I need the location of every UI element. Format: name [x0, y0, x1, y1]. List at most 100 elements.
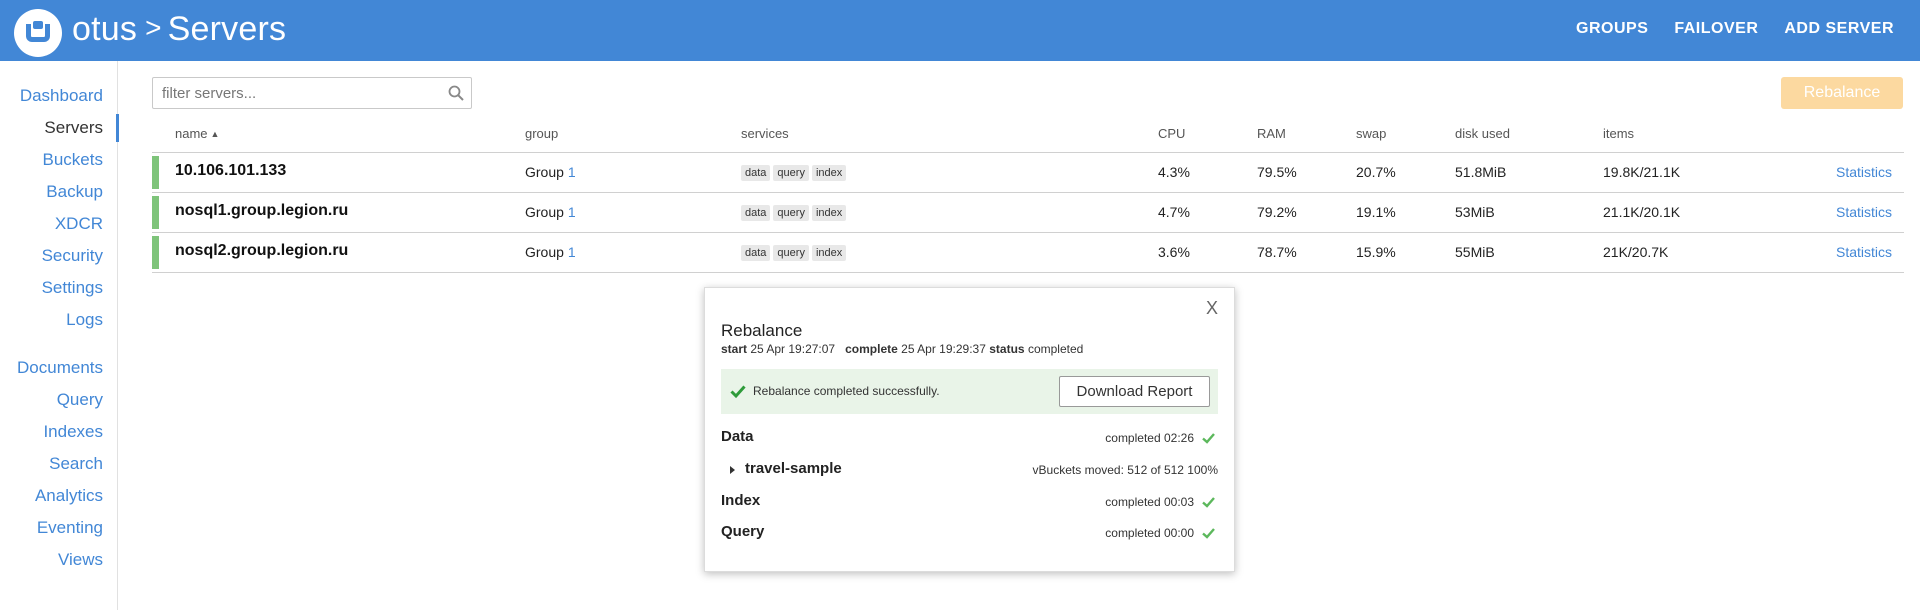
sidebar-active-indicator	[116, 114, 119, 142]
sidebar-item-search[interactable]: Search	[49, 454, 103, 474]
success-alert: Rebalance completed successfully. Downlo…	[721, 369, 1218, 414]
server-items: 19.8K/21.1K	[1603, 164, 1681, 180]
bucket-name: travel-sample	[745, 460, 842, 477]
server-swap: 20.7%	[1356, 164, 1396, 180]
server-services: data query index	[741, 163, 849, 181]
server-ram: 78.7%	[1257, 244, 1297, 260]
sidebar-item-dashboard[interactable]: Dashboard	[20, 86, 103, 106]
sidebar-item-indexes[interactable]: Indexes	[43, 422, 103, 442]
server-status-indicator	[152, 236, 159, 269]
filter-servers-input[interactable]	[153, 78, 433, 108]
sidebar-item-analytics[interactable]: Analytics	[35, 486, 103, 506]
download-report-button[interactable]: Download Report	[1059, 376, 1210, 407]
close-button[interactable]: X	[1206, 298, 1218, 319]
column-header-cpu[interactable]: CPU	[1158, 126, 1185, 141]
column-header-name[interactable]: name ▲	[175, 126, 219, 141]
service-badge: query	[773, 245, 809, 261]
server-status-indicator	[152, 156, 159, 189]
server-name: nosql2.group.legion.ru	[175, 242, 349, 259]
server-name: 10.106.101.133	[175, 162, 287, 179]
sidebar-item-security[interactable]: Security	[42, 246, 103, 266]
sidebar-item-backup[interactable]: Backup	[46, 182, 103, 202]
add-server-link[interactable]: ADD SERVER	[1784, 20, 1894, 38]
sidebar: Dashboard Servers Buckets Backup XDCR Se…	[0, 61, 119, 610]
server-items: 21.1K/20.1K	[1603, 204, 1681, 220]
breadcrumb: otus > Servers	[72, 10, 286, 49]
rebalance-bucket-row[interactable]: travel-sample vBuckets moved: 512 of 512…	[721, 458, 1218, 482]
sidebar-item-servers[interactable]: Servers	[44, 118, 103, 138]
service-badge: query	[773, 165, 809, 181]
service-badge: index	[811, 205, 847, 221]
sidebar-item-views[interactable]: Views	[58, 550, 103, 570]
groups-link[interactable]: GROUPS	[1576, 20, 1648, 38]
sidebar-item-query[interactable]: Query	[57, 390, 103, 410]
server-items: 21K/20.7K	[1603, 244, 1669, 260]
server-cpu: 4.7%	[1158, 204, 1190, 220]
column-header-services[interactable]: services	[741, 126, 789, 141]
sidebar-item-eventing[interactable]: Eventing	[37, 518, 103, 538]
vbuckets-progress: vBuckets moved: 512 of 512 100%	[1032, 463, 1218, 477]
service-badge: index	[811, 245, 847, 261]
server-disk-used: 53MiB	[1455, 204, 1495, 220]
rebalance-report-dialog: X Rebalance start 25 Apr 19:27:07 comple…	[704, 287, 1235, 572]
success-message: Rebalance completed successfully.	[753, 384, 940, 398]
filter-servers-field	[152, 77, 472, 109]
column-header-swap[interactable]: swap	[1356, 126, 1386, 141]
check-icon	[1202, 433, 1215, 444]
server-disk-used: 51.8MiB	[1455, 164, 1507, 180]
statistics-link[interactable]: Statistics	[1836, 244, 1892, 260]
server-ram: 79.5%	[1257, 164, 1297, 180]
column-header-items[interactable]: items	[1603, 126, 1634, 141]
sidebar-item-buckets[interactable]: Buckets	[43, 150, 103, 170]
server-group: Group 1	[525, 244, 576, 260]
sidebar-item-logs[interactable]: Logs	[66, 310, 103, 330]
table-row[interactable]: nosql2.group.legion.ru Group 1 data query…	[152, 233, 1904, 273]
column-header-disk-used[interactable]: disk used	[1455, 126, 1510, 141]
sidebar-item-xdcr[interactable]: XDCR	[55, 214, 103, 234]
top-nav: GROUPS FAILOVER ADD SERVER	[1576, 20, 1894, 38]
sort-ascending-icon: ▲	[210, 129, 220, 139]
server-disk-used: 55MiB	[1455, 244, 1495, 260]
table-row[interactable]: 10.106.101.133 Group 1 data query index 4.…	[152, 153, 1904, 193]
service-badge: data	[741, 245, 771, 261]
server-cpu: 4.3%	[1158, 164, 1190, 180]
servers-table-header: name ▲ group services CPU RAM swap disk u…	[152, 126, 1904, 153]
rebalance-section-data: Data completed 02:26	[721, 426, 1218, 450]
rebalance-button[interactable]: Rebalance	[1781, 77, 1903, 109]
check-icon	[1202, 528, 1215, 539]
server-services: data query index	[741, 203, 849, 221]
server-services: data query index	[741, 243, 849, 261]
server-swap: 15.9%	[1356, 244, 1396, 260]
check-icon	[1202, 497, 1215, 508]
failover-link[interactable]: FAILOVER	[1674, 20, 1758, 38]
statistics-link[interactable]: Statistics	[1836, 204, 1892, 220]
breadcrumb-separator: >	[145, 12, 162, 43]
service-badge: data	[741, 165, 771, 181]
rebalance-section-index: Index completed 00:03	[721, 490, 1218, 514]
server-name: nosql1.group.legion.ru	[175, 202, 349, 219]
couchbase-logo-icon[interactable]	[14, 9, 62, 57]
sidebar-item-documents[interactable]: Documents	[17, 358, 103, 378]
server-group: Group 1	[525, 164, 576, 180]
cluster-name[interactable]: otus	[72, 10, 137, 48]
top-header: otus > Servers GROUPS FAILOVER ADD SERVER	[0, 0, 1920, 61]
dialog-title: Rebalance	[721, 321, 803, 340]
success-check-icon	[730, 385, 746, 399]
service-badge: index	[811, 165, 847, 181]
column-header-group[interactable]: group	[525, 126, 558, 141]
column-header-ram[interactable]: RAM	[1257, 126, 1286, 141]
service-badge: query	[773, 205, 809, 221]
page-title: Servers	[167, 10, 287, 48]
server-ram: 79.2%	[1257, 204, 1297, 220]
sidebar-item-settings[interactable]: Settings	[42, 278, 103, 298]
rebalance-section-query: Query completed 00:00	[721, 521, 1218, 545]
server-swap: 19.1%	[1356, 204, 1396, 220]
caret-right-icon[interactable]	[730, 466, 735, 474]
server-cpu: 3.6%	[1158, 244, 1190, 260]
service-badge: data	[741, 205, 771, 221]
statistics-link[interactable]: Statistics	[1836, 164, 1892, 180]
table-row[interactable]: nosql1.group.legion.ru Group 1 data query…	[152, 193, 1904, 233]
server-status-indicator	[152, 196, 159, 229]
server-group: Group 1	[525, 204, 576, 220]
search-icon[interactable]	[447, 84, 465, 102]
